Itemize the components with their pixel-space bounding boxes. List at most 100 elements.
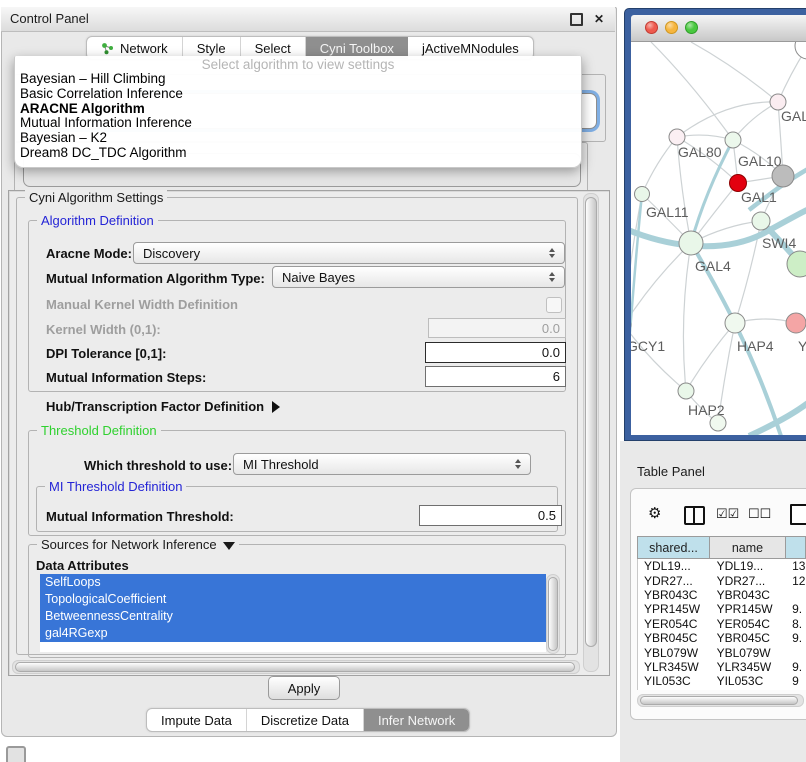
attribute-item-betweennesscentrality[interactable]: BetweennessCentrality: [40, 608, 546, 625]
attribute-item-selfloops[interactable]: SelfLoops: [40, 574, 546, 591]
tab-label: Select: [255, 41, 291, 56]
table-row[interactable]: YLR345WYLR345W9.: [638, 660, 806, 674]
network-icon: [101, 42, 114, 55]
node-label: GAL8: [781, 108, 806, 124]
gear-icon[interactable]: ⚙: [648, 503, 661, 525]
network-node-gal11[interactable]: [635, 187, 650, 202]
table-cell: YBR043C: [711, 588, 787, 602]
attributes-list-scrollbar[interactable]: [546, 574, 560, 654]
table-cell: YBL079W: [711, 646, 787, 660]
network-node[interactable]: [710, 415, 726, 431]
tab-infer-network[interactable]: Infer Network: [364, 709, 469, 731]
node-label: GCY1: [631, 338, 665, 354]
table-row[interactable]: YDL19...YDL19...13: [638, 559, 806, 573]
table-cell: YBR043C: [638, 588, 711, 602]
dropdown-item-aracne-algorithm[interactable]: ARACNE Algorithm: [15, 102, 581, 117]
network-node-gal80[interactable]: [669, 129, 685, 145]
table-cell: YBR045C: [711, 631, 787, 645]
table-cell: YIL053C: [711, 674, 787, 688]
network-edge: [631, 243, 691, 325]
mi-algorithm-type-combo[interactable]: Naive Bayes: [272, 266, 565, 288]
data-attributes-list[interactable]: SelfLoopsTopologicalCoefficientBetweenne…: [40, 574, 546, 652]
dropdown-placeholder: Select algorithm to view settings: [15, 57, 581, 72]
horizontal-scrollbar-thumb[interactable]: [15, 662, 575, 672]
aracne-mode-combo[interactable]: Discovery: [133, 242, 565, 264]
float-window-icon[interactable]: [570, 13, 583, 26]
dropdown-item-list: Bayesian – Hill ClimbingBasic Correlatio…: [15, 72, 581, 161]
window-title: Control Panel: [10, 7, 89, 31]
mi-steps-field[interactable]: 6: [425, 366, 566, 387]
attribute-item-gal4rgexp[interactable]: gal4RGexp: [40, 625, 546, 642]
close-light[interactable]: [645, 21, 658, 34]
select-all-checkboxes-icon[interactable]: ☑☑: [716, 503, 739, 525]
table-row[interactable]: YBR043CYBR043C: [638, 588, 806, 602]
tab-label: Infer Network: [378, 713, 455, 728]
dock-panel-icon[interactable]: [6, 746, 26, 762]
network-node-hap2[interactable]: [678, 383, 694, 399]
kernel-width-label: Kernel Width (0,1):: [46, 322, 161, 337]
table-horizontal-scrollbar[interactable]: [637, 694, 804, 707]
table-cell: 13: [786, 559, 806, 573]
split-columns-icon[interactable]: [684, 506, 705, 525]
dropdown-item-mutual-information-inference[interactable]: Mutual Information Inference: [15, 116, 581, 131]
document-icon[interactable]: [790, 504, 806, 525]
hub-tf-definition-toggle[interactable]: Hub/Transcription Factor Definition: [46, 398, 280, 416]
control-panel-titlebar: Control Panel ✕: [1, 7, 615, 32]
network-edge: [631, 325, 686, 391]
column-header-shared[interactable]: shared...: [637, 536, 710, 559]
deselect-all-checkboxes-icon[interactable]: ☐☐: [748, 503, 771, 525]
table-scrollbar-thumb[interactable]: [640, 696, 798, 705]
table-cell: YDL19...: [638, 559, 711, 573]
table-cell: 8.: [786, 617, 806, 631]
mi-algorithm-type-value: Naive Bayes: [282, 270, 544, 285]
table-row[interactable]: YBR045CYBR045C9.: [638, 631, 806, 645]
column-header-name[interactable]: name: [710, 536, 786, 559]
network-node-swi4[interactable]: [752, 212, 770, 230]
table-row[interactable]: YER054CYER054C8.: [638, 617, 806, 631]
network-node-y[interactable]: [786, 313, 806, 333]
minimize-light[interactable]: [665, 21, 678, 34]
network-node-gal10[interactable]: [725, 132, 741, 148]
column-header-clipped[interactable]: [786, 536, 806, 559]
settings-horizontal-scrollbar[interactable]: [12, 660, 580, 674]
manual-kernel-width-checkbox[interactable]: [546, 297, 562, 313]
table-cell: YDR27...: [638, 574, 711, 588]
node-table: shared...name YDL19...YDL19...13YDR27...…: [637, 536, 806, 690]
dropdown-item-dream8-dc-tdc-algorithm[interactable]: Dream8 DC_TDC Algorithm: [15, 146, 581, 161]
collapsed-arrow-icon: [272, 401, 280, 413]
dropdown-item-bayesian-hill-climbing[interactable]: Bayesian – Hill Climbing: [15, 72, 581, 87]
network-node[interactable]: [795, 42, 806, 59]
vertical-scrollbar-thumb[interactable]: [585, 197, 597, 647]
apply-button[interactable]: Apply: [268, 676, 340, 700]
table-row[interactable]: YDR27...YDR27...12: [638, 573, 806, 587]
table-cell: YIL053C: [638, 674, 711, 688]
network-node-hap4[interactable]: [725, 313, 745, 333]
table-cell: YLR345W: [638, 660, 711, 674]
tab-discretize-data[interactable]: Discretize Data: [247, 709, 364, 731]
table-row[interactable]: YBL079WYBL079W: [638, 645, 806, 659]
node-label: HAP4: [737, 338, 774, 354]
network-node[interactable]: [772, 165, 794, 187]
table-cell: YER054C: [638, 617, 711, 631]
attributes-scrollbar-thumb[interactable]: [548, 577, 558, 651]
close-icon[interactable]: ✕: [594, 13, 604, 25]
apply-button-label: Apply: [288, 681, 321, 696]
table-row[interactable]: YPR145WYPR145W9.: [638, 602, 806, 616]
node-label: SWI4: [762, 235, 796, 251]
dropdown-item-basic-correlation-inference[interactable]: Basic Correlation Inference: [15, 87, 581, 102]
tab-label: Cyni Toolbox: [320, 41, 394, 56]
mi-threshold-field[interactable]: 0.5: [419, 505, 562, 526]
dpi-tolerance-field[interactable]: 0.0: [425, 342, 566, 363]
which-threshold-combo[interactable]: MI Threshold: [233, 453, 531, 475]
node-label: Y: [798, 338, 806, 354]
mi-steps-label: Mutual Information Steps:: [46, 370, 206, 385]
tab-impute-data[interactable]: Impute Data: [147, 709, 247, 731]
dropdown-item-bayesian-k2[interactable]: Bayesian – K2: [15, 131, 581, 146]
zoom-light[interactable]: [685, 21, 698, 34]
settings-vertical-scrollbar[interactable]: [583, 193, 599, 672]
kernel-width-field[interactable]: 0.0: [428, 318, 566, 338]
attribute-item-topologicalcoefficient[interactable]: TopologicalCoefficient: [40, 591, 546, 608]
network-node-gal4[interactable]: [679, 231, 703, 255]
table-row[interactable]: YIL053CYIL053C9: [638, 674, 806, 688]
network-canvas[interactable]: GAL8GAL80GAL10GAL1GAL11SWI4GAL4HAP4YGCY1…: [631, 42, 806, 435]
